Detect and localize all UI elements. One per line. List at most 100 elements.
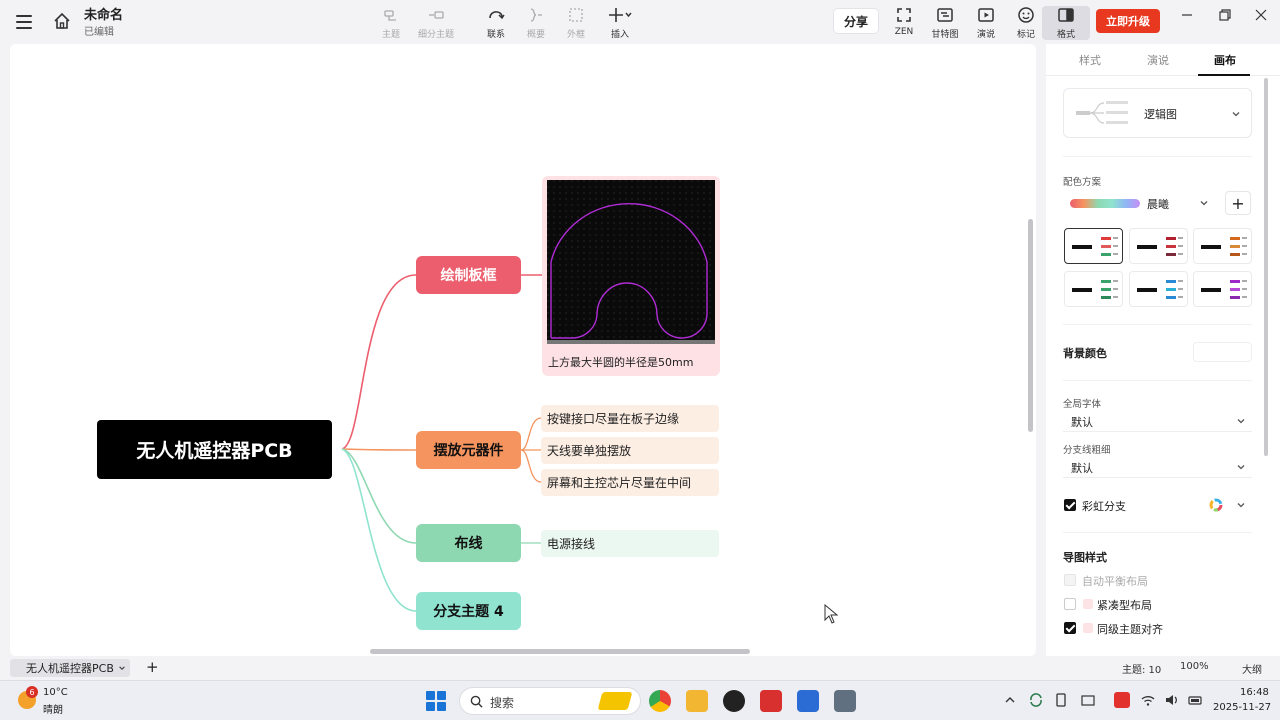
root-topic[interactable]: 无人机遥控器PCB <box>97 420 332 479</box>
link-leaf-a <box>520 417 542 451</box>
compact-layout-checkbox[interactable] <box>1064 598 1076 610</box>
mindmap-canvas[interactable]: 无人机遥控器PCB 绘制板框 摆放元器件 布线 分支主题 4 上方最大半圆的半径… <box>10 44 1036 656</box>
minimize-icon[interactable] <box>1178 6 1196 24</box>
branch-topic-4[interactable]: 分支主题 4 <box>416 592 521 630</box>
rainbow-branch-label: 彩虹分支 <box>1082 500 1126 513</box>
theme-option[interactable] <box>1193 271 1252 307</box>
auto-balance-label: 自动平衡布局 <box>1082 575 1148 588</box>
doc-title[interactable]: 未命名 <box>84 4 123 23</box>
app-icon[interactable] <box>723 690 745 712</box>
app-tray-icon[interactable] <box>1114 692 1130 708</box>
search-icon <box>470 695 483 708</box>
theme-option[interactable] <box>1129 228 1188 264</box>
divider <box>1063 532 1252 533</box>
chevron-down-icon <box>119 666 125 670</box>
zoom-level[interactable]: 100% <box>1180 661 1209 672</box>
link-branch-2 <box>341 448 417 451</box>
restore-icon[interactable] <box>1216 6 1234 24</box>
theme-option[interactable] <box>1129 271 1188 307</box>
windows-taskbar: 6 10°C 晴朗 搜索 16:48 2025-11-27 <box>0 680 1280 720</box>
align-same-level-checkbox[interactable] <box>1064 622 1076 634</box>
mouse-cursor-icon <box>824 604 838 624</box>
tab-present[interactable]: 演说 <box>1147 52 1169 68</box>
insert-button[interactable]: 插入 <box>596 6 644 40</box>
chevron-down-icon <box>1200 201 1208 206</box>
theme-option[interactable] <box>1064 228 1123 264</box>
windows-start-icon[interactable] <box>426 691 446 711</box>
leaf-topic[interactable]: 屏幕和主控芯片尽量在中间 <box>541 469 719 496</box>
branch-width-select[interactable]: 默认 <box>1063 458 1252 478</box>
subtopic-button[interactable]: 细分主题 <box>412 6 460 40</box>
add-sheet-button[interactable]: + <box>146 658 159 676</box>
file-explorer-icon[interactable] <box>686 690 708 712</box>
active-tab-indicator <box>1198 74 1250 76</box>
image-topic[interactable]: 上方最大半圆的半径是50mm <box>542 176 720 376</box>
horizontal-scrollbar[interactable] <box>370 649 750 654</box>
tablet-icon[interactable] <box>1054 692 1070 708</box>
mindmap-app-icon[interactable] <box>760 690 782 712</box>
clock-time[interactable]: 16:48 <box>1240 687 1269 698</box>
topic-button[interactable]: 主题 <box>367 6 415 40</box>
branch-topic-2[interactable]: 摆放元器件 <box>416 431 521 469</box>
branch-width-label: 分支线粗细 <box>1063 445 1111 456</box>
chrome-icon[interactable] <box>649 690 671 712</box>
rainbow-branch-checkbox[interactable] <box>1064 499 1076 511</box>
chevron-down-icon <box>1232 112 1240 117</box>
rainbow-color-select[interactable] <box>1193 495 1252 515</box>
panel-scrollbar[interactable] <box>1264 78 1268 456</box>
summary-icon <box>530 8 542 22</box>
color-scheme-select[interactable]: 晨曦 <box>1063 191 1215 215</box>
map-style-label: 导图样式 <box>1063 551 1107 564</box>
tab-style[interactable]: 样式 <box>1079 52 1101 68</box>
font-select[interactable]: 默认 <box>1063 412 1252 432</box>
divider <box>1063 380 1252 381</box>
branch-topic-3[interactable]: 布线 <box>416 524 521 562</box>
theme-option[interactable] <box>1064 271 1123 307</box>
top-toolbar: 未命名 已编辑 主题 细分主题 联系 概要 外框 插入 分享 ZEN 甘特图 演… <box>0 0 1280 44</box>
divider <box>1063 324 1252 325</box>
chevron-up-icon[interactable] <box>1002 692 1018 708</box>
sync-icon[interactable] <box>1028 692 1044 708</box>
color-scheme-label: 配色方案 <box>1063 177 1102 188</box>
battery-icon[interactable] <box>1188 692 1204 708</box>
leaf-topic[interactable]: 电源接线 <box>541 530 719 557</box>
theme-option[interactable] <box>1193 228 1252 264</box>
link-branch-3 <box>341 448 417 544</box>
clock-date[interactable]: 2025-11-27 <box>1213 702 1271 713</box>
home-icon[interactable] <box>52 11 72 31</box>
menu-icon[interactable] <box>14 12 34 32</box>
vertical-scrollbar[interactable] <box>1028 219 1033 432</box>
close-icon[interactable] <box>1252 6 1270 24</box>
taskbar-search[interactable]: 搜索 <box>459 687 641 715</box>
bg-color-swatch[interactable] <box>1193 342 1252 362</box>
add-color-scheme-button[interactable]: + <box>1225 191 1251 215</box>
app-icon[interactable] <box>797 690 819 712</box>
topic-icon <box>384 10 396 21</box>
outline-view-button[interactable]: 大纲 <box>1242 661 1262 676</box>
format-panel-icon <box>1058 8 1074 22</box>
layout-label: 逻辑图 <box>1144 108 1177 121</box>
leaf-topic[interactable]: 按键接口尽量在板子边缘 <box>541 405 719 432</box>
tab-canvas[interactable]: 画布 <box>1214 52 1236 68</box>
wifi-icon[interactable] <box>1140 692 1156 708</box>
format-button[interactable]: 格式 <box>1042 6 1090 40</box>
leaf-topic[interactable]: 天线要单独摆放 <box>541 437 719 464</box>
layout-selector[interactable]: 逻辑图 <box>1063 88 1252 138</box>
share-button[interactable]: 分享 <box>834 9 878 33</box>
sheet-tab[interactable]: 无人机遥控器PCB <box>10 659 130 677</box>
gantt-icon <box>937 8 953 22</box>
image-caption[interactable]: 上方最大半圆的半径是50mm <box>548 354 693 370</box>
divider <box>1063 156 1252 157</box>
weather-temp: 10°C <box>43 687 68 698</box>
ime-icon[interactable] <box>1080 692 1096 708</box>
branch-topic-1[interactable]: 绘制板框 <box>416 256 521 294</box>
camera-icon[interactable] <box>834 690 856 712</box>
upgrade-button[interactable]: 立即升级 <box>1096 9 1160 33</box>
volume-icon[interactable] <box>1164 692 1180 708</box>
boundary-icon <box>569 8 583 22</box>
font-label: 全局字体 <box>1063 399 1102 410</box>
link-leaf-c <box>520 449 542 483</box>
boundary-button[interactable]: 外框 <box>552 6 600 40</box>
auto-balance-checkbox[interactable] <box>1064 574 1076 586</box>
branch-lines <box>341 274 542 612</box>
